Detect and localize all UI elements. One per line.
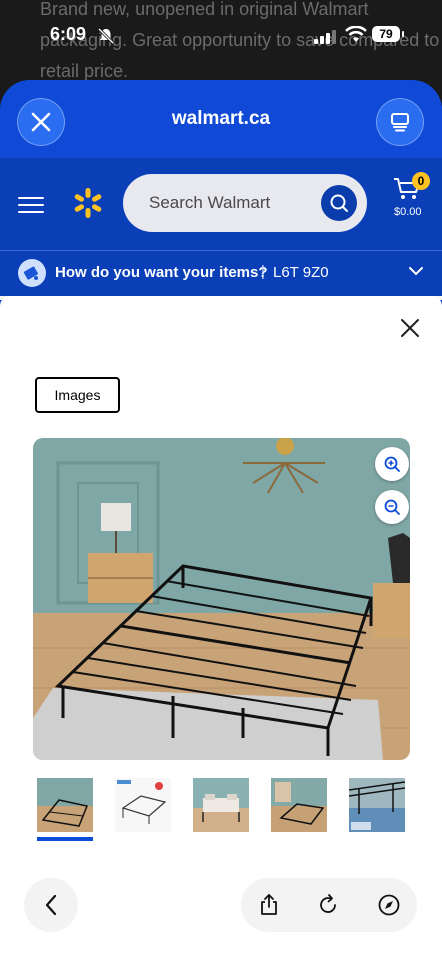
tabs-button[interactable]: [376, 98, 424, 146]
thumbnail-bed-room-photo[interactable]: [37, 778, 93, 832]
zoom-out-button[interactable]: [375, 490, 409, 524]
tabs-icon: [391, 113, 409, 132]
zoom-out-icon: [384, 499, 400, 515]
battery-tip: [402, 31, 404, 37]
thumbnail-bed-underbed-storage[interactable]: [349, 778, 405, 832]
back-chevron-icon: [45, 894, 57, 916]
thumbnail-bed-alternate-room[interactable]: [271, 778, 327, 832]
selected-thumbnail-indicator: [37, 837, 93, 841]
status-time: 6:09: [50, 24, 87, 44]
search-input[interactable]: Search Walmart: [123, 174, 367, 232]
compass-icon[interactable]: [377, 893, 401, 917]
browser-back-button[interactable]: [24, 878, 78, 932]
reload-icon[interactable]: [316, 893, 340, 917]
hamburger-menu-icon[interactable]: [18, 196, 44, 214]
thumbnail-bed-with-mattress[interactable]: [193, 778, 249, 832]
search-icon: [330, 194, 348, 212]
search-button[interactable]: [321, 185, 357, 221]
walmart-spark-logo[interactable]: [72, 186, 104, 220]
postal-code: L6T 9Z0: [273, 264, 329, 281]
delivery-selector[interactable]: How do you want your items? | L6T 9Z0: [0, 250, 442, 297]
chevron-down-icon: [409, 267, 423, 276]
browser-top-bar: walmart.ca: [0, 80, 442, 158]
share-icon[interactable]: [257, 893, 281, 917]
thumbnail-bed-dimensions-diagram[interactable]: [115, 778, 171, 832]
search-placeholder: Search Walmart: [149, 193, 271, 212]
cart-total: $0.00: [394, 206, 422, 218]
walmart-header: Search Walmart 0 $0.00: [0, 158, 442, 250]
status-bar: 6:09 79: [0, 20, 442, 54]
delivery-question: How do you want your items?: [55, 264, 268, 281]
images-tab-button[interactable]: Images: [35, 377, 120, 413]
zoom-in-button[interactable]: [375, 447, 409, 481]
battery-level: 79: [372, 26, 400, 42]
image-viewer-modal: Images: [0, 296, 442, 960]
product-main-image: [33, 438, 410, 760]
wifi-icon: [345, 26, 367, 42]
close-icon[interactable]: [398, 316, 422, 340]
delivery-separator: |: [261, 263, 265, 280]
delivery-icon: [18, 259, 46, 287]
browser-action-bar: [241, 878, 417, 932]
cellular-signal-icon: [314, 30, 336, 44]
silent-bell-icon: [97, 27, 115, 45]
cart-count-badge: 0: [412, 172, 430, 190]
zoom-in-icon: [384, 456, 400, 472]
